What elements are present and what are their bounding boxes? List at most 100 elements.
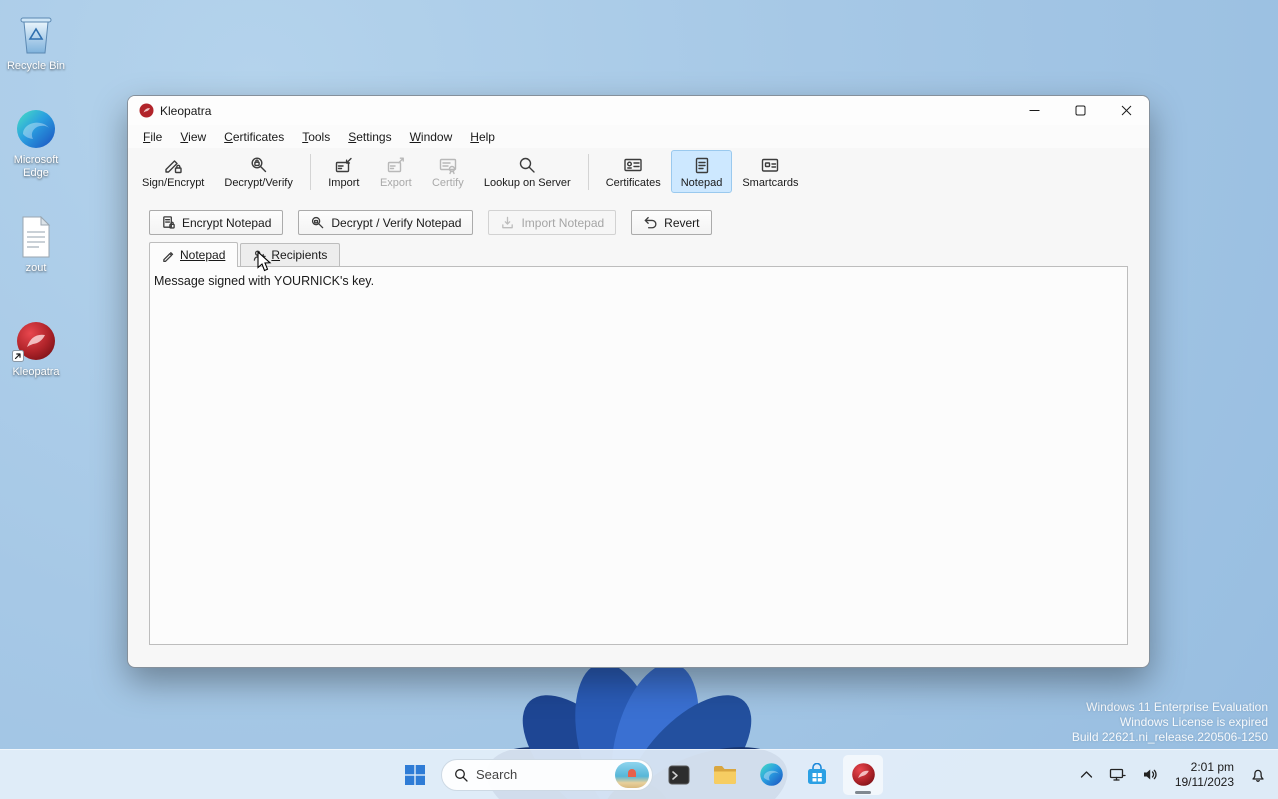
toolbar-label: Import bbox=[328, 176, 360, 189]
tab-recipients[interactable]: Recipients bbox=[240, 243, 341, 266]
edge-icon bbox=[0, 104, 72, 150]
clock-date: 19/11/2023 bbox=[1174, 774, 1234, 789]
toolbar-label: Sign/Encrypt bbox=[142, 176, 205, 189]
tray-clock[interactable]: 2:01 pm 19/11/2023 bbox=[1171, 760, 1238, 790]
window-bottom-margin bbox=[128, 645, 1149, 667]
watermark-line: Windows License is expired bbox=[1119, 715, 1268, 729]
button-label: Decrypt / Verify Notepad bbox=[331, 215, 462, 230]
minimize-button[interactable] bbox=[1011, 96, 1057, 125]
decrypt-verify-notepad-button[interactable]: Decrypt / Verify Notepad bbox=[298, 210, 474, 235]
export-icon bbox=[387, 157, 404, 172]
taskbar-file-explorer[interactable] bbox=[705, 755, 745, 795]
tray-volume[interactable] bbox=[1138, 761, 1163, 788]
search-highlight-image[interactable] bbox=[615, 761, 649, 788]
kleopatra-window: Kleopatra File View Certificates Tools S… bbox=[127, 95, 1150, 668]
menubar: File View Certificates Tools Settings Wi… bbox=[128, 125, 1149, 148]
taskbar-search[interactable]: Search bbox=[441, 758, 653, 791]
tab-label: Notepad bbox=[180, 248, 226, 262]
tab-label: Recipients bbox=[271, 248, 328, 262]
tray-network[interactable] bbox=[1105, 761, 1130, 788]
import-icon bbox=[335, 157, 352, 172]
menu-view[interactable]: View bbox=[171, 127, 215, 147]
menu-tools[interactable]: Tools bbox=[293, 127, 339, 147]
taskbar-terminal[interactable] bbox=[659, 755, 699, 795]
store-icon bbox=[808, 762, 826, 784]
toolbar-decrypt-verify[interactable]: Decrypt/Verify bbox=[214, 150, 302, 193]
desktop-icon-zout[interactable]: zout bbox=[0, 212, 72, 275]
titlebar[interactable]: Kleopatra bbox=[128, 96, 1149, 125]
toolbar-certificates[interactable]: Certificates bbox=[596, 150, 671, 193]
certificates-icon bbox=[624, 158, 642, 171]
desktop-icon-label: Recycle Bin bbox=[6, 60, 66, 72]
speaker-icon bbox=[1143, 769, 1157, 780]
tray-notifications[interactable] bbox=[1246, 761, 1270, 789]
toolbar-label: Decrypt/Verify bbox=[224, 176, 293, 189]
notepad-text: Message signed with YOURNICK's key. bbox=[154, 274, 375, 288]
close-button[interactable] bbox=[1103, 96, 1149, 125]
toolbar-smartcards[interactable]: Smartcards bbox=[732, 150, 808, 193]
toolbar-export: Export bbox=[370, 150, 422, 193]
toolbar-label: Certify bbox=[431, 176, 464, 189]
menu-window[interactable]: Window bbox=[401, 127, 462, 147]
notepad-text-area[interactable]: Message signed with YOURNICK's key. bbox=[149, 266, 1128, 645]
taskbar-microsoft-store[interactable] bbox=[797, 755, 837, 795]
shortcut-arrow-icon bbox=[12, 350, 24, 362]
search-placeholder: Search bbox=[476, 767, 518, 782]
import-notepad-button: Import Notepad bbox=[488, 210, 617, 235]
notepad-icon bbox=[695, 157, 708, 173]
tray-chevron-up[interactable] bbox=[1076, 764, 1097, 785]
menu-help[interactable]: Help bbox=[461, 127, 504, 147]
window-title: Kleopatra bbox=[160, 103, 212, 118]
toolbar-notepad[interactable]: Notepad bbox=[670, 150, 733, 193]
import-notepad-icon bbox=[502, 216, 514, 229]
notepad-action-bar: Encrypt Notepad Decrypt / Verify Notepad… bbox=[128, 210, 1149, 235]
folder-icon bbox=[714, 765, 736, 784]
button-label: Revert bbox=[664, 215, 700, 230]
bell-icon bbox=[1252, 769, 1264, 782]
menu-certificates[interactable]: Certificates bbox=[215, 127, 293, 147]
menu-file[interactable]: File bbox=[134, 127, 171, 147]
windows-activation-watermark: Windows 11 Enterprise Evaluation Windows… bbox=[1072, 700, 1268, 745]
toolbar-sign-encrypt[interactable]: Sign/Encrypt bbox=[132, 150, 214, 193]
watermark-line: Windows 11 Enterprise Evaluation bbox=[1086, 700, 1268, 714]
toolbar-separator bbox=[587, 153, 589, 190]
encrypt-notepad-button[interactable]: Encrypt Notepad bbox=[149, 210, 284, 235]
toolbar-import[interactable]: Import bbox=[318, 150, 370, 193]
toolbar-separator bbox=[309, 153, 311, 190]
taskbar-edge[interactable] bbox=[751, 755, 791, 795]
network-icon bbox=[1109, 768, 1126, 781]
smartcards-icon bbox=[762, 158, 779, 172]
button-label: Encrypt Notepad bbox=[182, 215, 272, 230]
watermark-line: Build 22621.ni_release.220506-1250 bbox=[1071, 730, 1268, 744]
chevron-up-icon bbox=[1080, 771, 1092, 778]
desktop-icon-label: Kleopatra bbox=[12, 366, 60, 378]
taskbar-kleopatra[interactable] bbox=[843, 754, 883, 795]
menu-settings[interactable]: Settings bbox=[339, 127, 400, 147]
windows-logo-icon bbox=[405, 764, 425, 785]
clock-time: 2:01 pm bbox=[1190, 759, 1234, 774]
kleopatra-icon bbox=[851, 763, 875, 786]
kleopatra-icon bbox=[0, 316, 72, 362]
desktop-icon-recycle-bin[interactable]: Recycle Bin bbox=[0, 10, 72, 73]
toolbar-lookup-on-server[interactable]: Lookup on Server bbox=[474, 150, 581, 193]
encrypt-notepad-icon bbox=[163, 216, 175, 229]
revert-button[interactable]: Revert bbox=[631, 210, 712, 235]
desktop-icon-kleopatra[interactable]: Kleopatra bbox=[0, 316, 72, 379]
revert-icon bbox=[644, 216, 657, 229]
toolbar-certify: Certify bbox=[422, 150, 474, 193]
toolbar-label: Certificates bbox=[605, 176, 661, 189]
desktop-icon-microsoft-edge[interactable]: Microsoft Edge bbox=[0, 104, 72, 180]
decrypt-verify-notepad-icon bbox=[312, 216, 324, 229]
terminal-icon bbox=[668, 765, 690, 784]
start-button[interactable] bbox=[395, 755, 435, 795]
taskbar: Search 2:01 pm 19/11/2023 bbox=[0, 749, 1278, 799]
certify-icon bbox=[439, 158, 457, 174]
toolbar: Sign/Encrypt Decrypt/Verify Import Expor… bbox=[128, 148, 1149, 195]
mouse-cursor bbox=[257, 251, 272, 272]
lookup-search-icon bbox=[520, 157, 535, 173]
toolbar-label: Export bbox=[379, 176, 412, 189]
kleopatra-titlebar-icon bbox=[139, 103, 154, 118]
sign-encrypt-icon bbox=[165, 159, 182, 173]
maximize-button[interactable] bbox=[1057, 96, 1103, 125]
tab-notepad[interactable]: Notepad bbox=[149, 242, 239, 267]
